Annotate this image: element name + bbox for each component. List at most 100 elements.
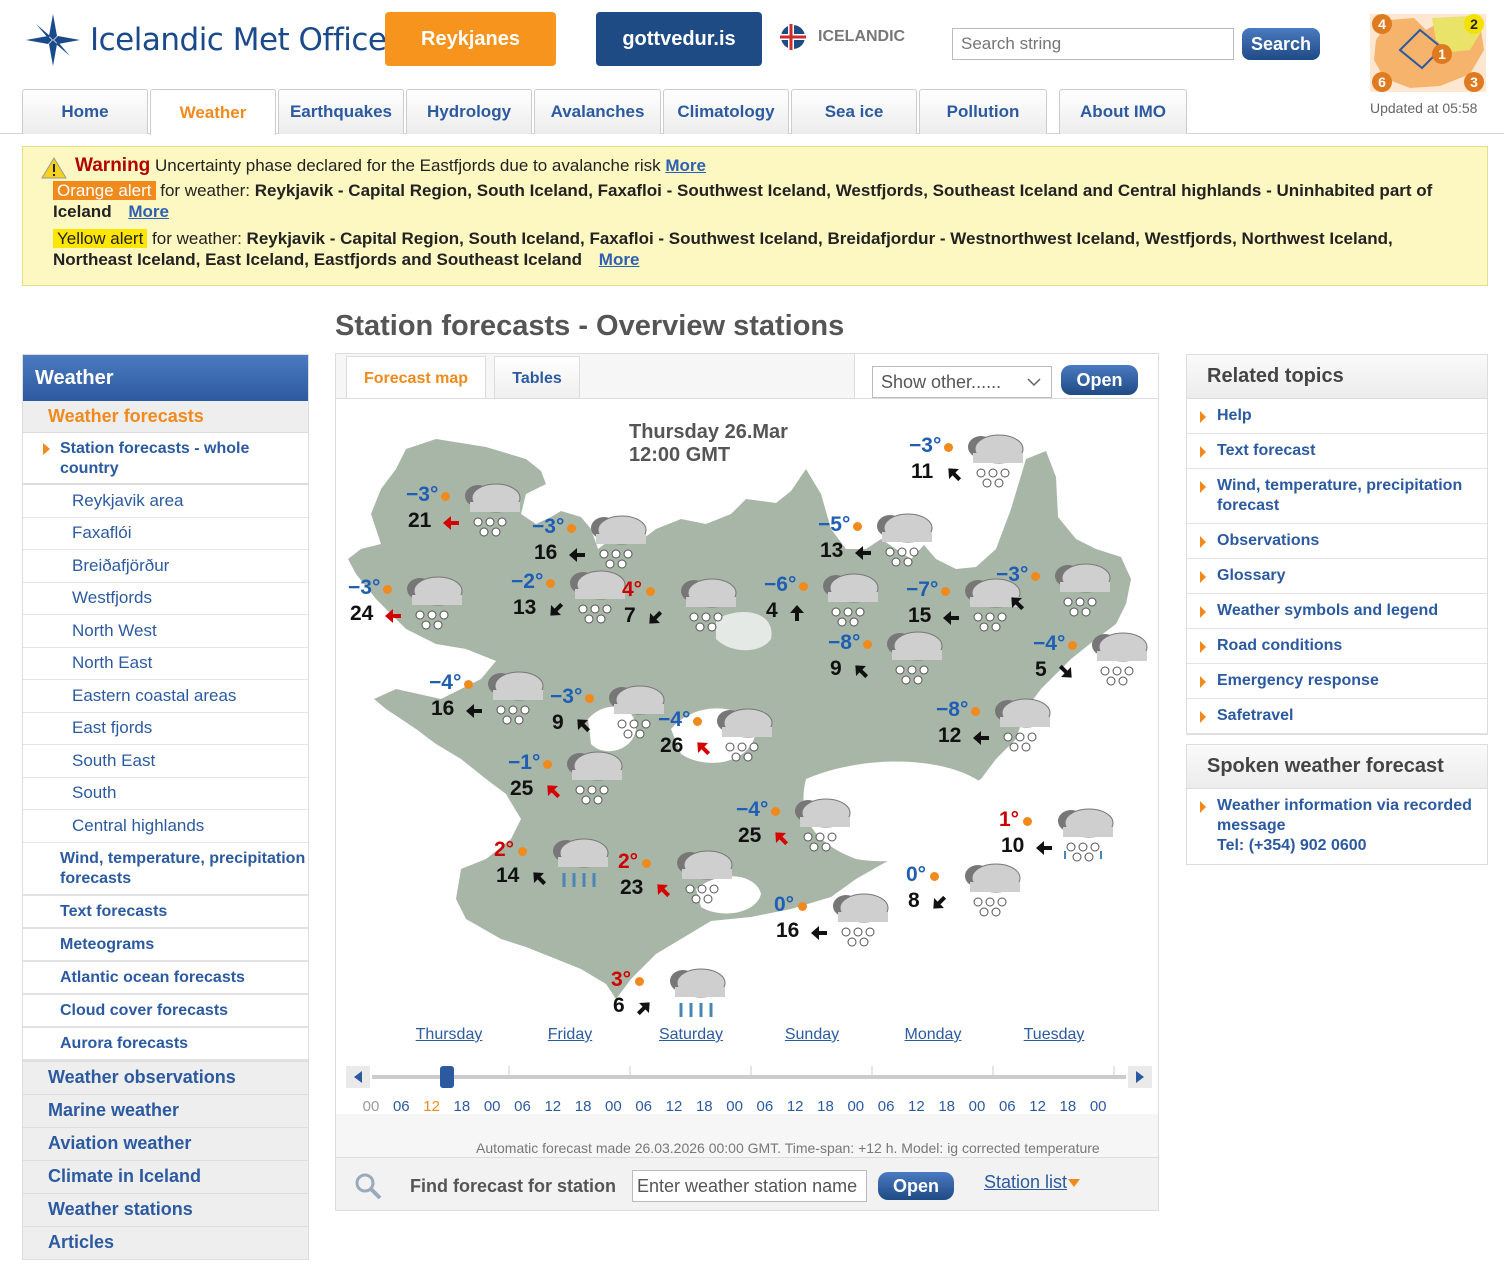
hour-label[interactable]: 00 bbox=[477, 1098, 507, 1115]
hour-label[interactable]: 00 bbox=[841, 1098, 871, 1115]
sidebar-item[interactable]: Meteograms bbox=[23, 929, 308, 962]
station-marker[interactable]: −4° 26 bbox=[658, 708, 798, 779]
hour-label[interactable]: 12 bbox=[1023, 1098, 1053, 1115]
region-button[interactable]: Reykjanes bbox=[385, 12, 556, 66]
sidebar-item[interactable]: Aurora forecasts bbox=[23, 1028, 308, 1061]
sidebar-section[interactable]: Weather observations bbox=[23, 1060, 308, 1094]
search-input[interactable] bbox=[952, 28, 1234, 60]
forecast-map[interactable]: Thursday 26.Mar 12:00 GMT −3° 11 −3° 21 −3° 16… bbox=[336, 398, 1158, 1114]
day-link[interactable]: Thursday bbox=[394, 1026, 504, 1044]
sidebar-item-station-forecasts[interactable]: Station forecasts - whole country bbox=[23, 433, 308, 485]
sidebar-subitem[interactable]: Eastern coastal areas bbox=[23, 680, 308, 713]
orange-more-link[interactable]: More bbox=[128, 202, 169, 221]
sidebar-subitem[interactable]: North East bbox=[23, 648, 308, 680]
sidebar-subitem[interactable]: East fjords bbox=[23, 713, 308, 745]
warning-more-link[interactable]: More bbox=[665, 156, 706, 175]
related-link[interactable]: Wind, temperature, precipitation forecas… bbox=[1187, 469, 1487, 524]
sidebar-section[interactable]: Articles bbox=[23, 1225, 308, 1259]
search-button[interactable]: Search bbox=[1242, 28, 1320, 60]
sidebar-section[interactable]: Weather stations bbox=[23, 1192, 308, 1226]
station-marker[interactable]: 0° 16 bbox=[774, 893, 914, 964]
station-marker[interactable]: −4° 16 bbox=[429, 671, 569, 742]
day-link[interactable]: Tuesday bbox=[999, 1026, 1109, 1044]
station-marker[interactable]: −8° 12 bbox=[936, 698, 1076, 769]
hour-label[interactable]: 18 bbox=[1053, 1098, 1083, 1115]
sidebar-subitem[interactable]: South East bbox=[23, 745, 308, 778]
related-link[interactable]: Weather symbols and legend bbox=[1187, 594, 1487, 629]
sidebar-section-forecasts[interactable]: Weather forecasts bbox=[23, 401, 308, 433]
day-link[interactable]: Monday bbox=[878, 1026, 988, 1044]
gottvedur-button[interactable]: gottvedur.is bbox=[596, 12, 762, 66]
sidebar-subitem[interactable]: North West bbox=[23, 615, 308, 648]
related-link[interactable]: Help bbox=[1187, 399, 1487, 434]
hour-label[interactable]: 12 bbox=[417, 1098, 447, 1115]
tab-hydrology[interactable]: Hydrology bbox=[406, 89, 532, 134]
sidebar-section[interactable]: Marine weather bbox=[23, 1093, 308, 1127]
sidebar-item[interactable]: Cloud cover forecasts bbox=[23, 995, 308, 1028]
hour-label[interactable]: 18 bbox=[568, 1098, 598, 1115]
sidebar-subitem[interactable]: Westfjords bbox=[23, 583, 308, 615]
related-link[interactable]: Safetravel bbox=[1187, 699, 1487, 734]
imo-logo[interactable]: Icelandic Met Office bbox=[26, 14, 387, 66]
sidebar-subitem[interactable]: Reykjavik area bbox=[23, 485, 308, 518]
related-link[interactable]: Emergency response bbox=[1187, 664, 1487, 699]
station-marker[interactable]: −3° 24 bbox=[348, 576, 488, 647]
time-slider[interactable] bbox=[346, 1066, 1152, 1088]
hour-label[interactable]: 06 bbox=[871, 1098, 901, 1115]
tab-earthquakes[interactable]: Earthquakes bbox=[278, 89, 404, 134]
related-link[interactable]: Observations bbox=[1187, 524, 1487, 559]
station-marker[interactable]: 2° 14 bbox=[494, 838, 634, 909]
station-marker[interactable]: 0° 8 bbox=[906, 863, 1046, 934]
hour-label[interactable]: 00 bbox=[598, 1098, 628, 1115]
yellow-more-link[interactable]: More bbox=[599, 250, 640, 269]
sidebar-item[interactable]: Atlantic ocean forecasts bbox=[23, 962, 308, 995]
hour-label[interactable]: 00 bbox=[1083, 1098, 1113, 1115]
tab-climatology[interactable]: Climatology bbox=[663, 89, 789, 134]
hour-label[interactable]: 12 bbox=[659, 1098, 689, 1115]
sidebar-subitem[interactable]: Breiðafjörður bbox=[23, 550, 308, 583]
hour-label[interactable]: 18 bbox=[689, 1098, 719, 1115]
station-marker[interactable]: −8° 9 bbox=[828, 631, 968, 702]
spoken-link[interactable]: Weather information via recorded message… bbox=[1187, 789, 1487, 864]
day-link[interactable]: Sunday bbox=[757, 1026, 867, 1044]
day-link[interactable]: Friday bbox=[515, 1026, 625, 1044]
sidebar-section[interactable]: Aviation weather bbox=[23, 1126, 308, 1160]
related-link[interactable]: Road conditions bbox=[1187, 629, 1487, 664]
day-link[interactable]: Saturday bbox=[636, 1026, 746, 1044]
station-marker[interactable]: −3° 21 bbox=[406, 483, 546, 554]
station-marker[interactable]: −3° 11 bbox=[909, 434, 1049, 505]
hour-label[interactable]: 06 bbox=[750, 1098, 780, 1115]
find-open-button[interactable]: Open bbox=[878, 1172, 954, 1200]
tab-pollution[interactable]: Pollution bbox=[919, 89, 1047, 134]
tab-sea-ice[interactable]: Sea ice bbox=[791, 89, 917, 134]
sidebar-subitem[interactable]: South bbox=[23, 778, 308, 810]
tab-forecast-map[interactable]: Forecast map bbox=[346, 356, 486, 401]
hour-label[interactable]: 18 bbox=[447, 1098, 477, 1115]
station-marker[interactable]: −3° bbox=[996, 563, 1136, 634]
hour-label[interactable]: 18 bbox=[811, 1098, 841, 1115]
open-button[interactable]: Open bbox=[1061, 365, 1138, 395]
sidebar-section[interactable]: Climate in Iceland bbox=[23, 1159, 308, 1193]
tab-about[interactable]: About IMO bbox=[1059, 89, 1187, 134]
hour-label[interactable]: 12 bbox=[538, 1098, 568, 1115]
hour-label[interactable]: 12 bbox=[901, 1098, 931, 1115]
hour-label[interactable]: 12 bbox=[780, 1098, 810, 1115]
related-link[interactable]: Text forecast bbox=[1187, 434, 1487, 469]
sidebar-head[interactable]: Weather bbox=[23, 355, 308, 401]
tab-home[interactable]: Home bbox=[22, 89, 148, 134]
tab-tables[interactable]: Tables bbox=[494, 356, 580, 400]
tab-weather[interactable]: Weather bbox=[150, 89, 276, 135]
related-link[interactable]: Glossary bbox=[1187, 559, 1487, 594]
sidebar-subitem[interactable]: Central highlands bbox=[23, 810, 308, 843]
hour-label[interactable]: 00 bbox=[962, 1098, 992, 1115]
sidebar-item[interactable]: Wind, temperature, precipitation forecas… bbox=[23, 843, 308, 896]
warning-minimap[interactable]: 4 2 1 6 3 bbox=[1370, 10, 1486, 92]
tab-avalanches[interactable]: Avalanches bbox=[534, 89, 661, 134]
show-other-select[interactable]: Show other...... bbox=[872, 366, 1052, 398]
hour-label[interactable]: 06 bbox=[386, 1098, 416, 1115]
station-marker[interactable]: 2° 23 bbox=[618, 850, 758, 921]
sidebar-subitem[interactable]: Faxaflói bbox=[23, 518, 308, 550]
hour-label[interactable]: 00 bbox=[356, 1098, 386, 1115]
language-switch[interactable]: ICELANDIC bbox=[780, 24, 905, 50]
hour-label[interactable]: 00 bbox=[720, 1098, 750, 1115]
